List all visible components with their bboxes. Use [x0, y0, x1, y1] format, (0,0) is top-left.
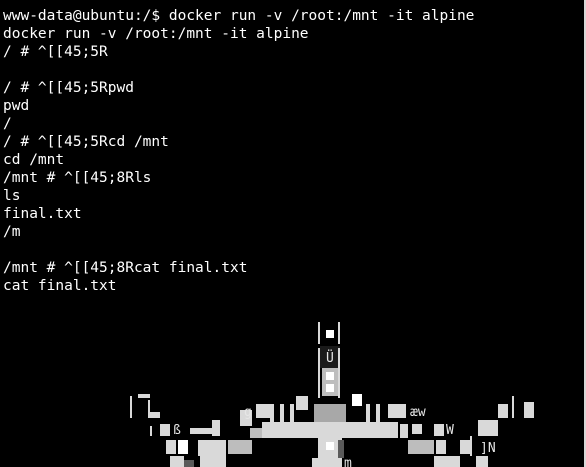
- art-glyph-g: g: [244, 405, 252, 420]
- ascii-art-output: ß æw Ü ]N g W m: [130, 322, 534, 467]
- art-glyph-m: m: [344, 456, 352, 467]
- art-glyph-sharp-s: ß: [173, 423, 181, 438]
- art-glyph-bracket-n: ]N: [480, 441, 496, 456]
- art-glyph-w: W: [446, 423, 454, 438]
- art-glyph-ae-w: æw: [410, 405, 426, 420]
- art-glyph-u-umlaut: Ü: [326, 349, 334, 366]
- terminal-window[interactable]: www-data@ubuntu:/$ docker run -v /root:/…: [0, 0, 586, 467]
